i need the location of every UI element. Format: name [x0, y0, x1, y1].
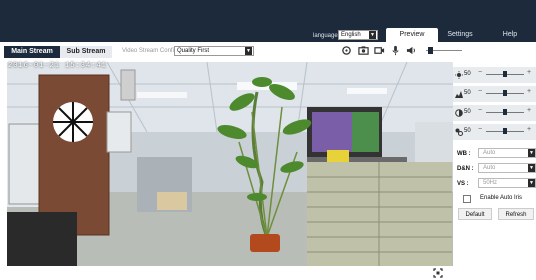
chevron-down-icon: ▼: [369, 31, 376, 39]
zoom-icon[interactable]: [341, 45, 352, 56]
wb-select-value: Auto: [483, 150, 496, 156]
day-night-select[interactable]: Auto ▼: [478, 163, 536, 173]
default-button[interactable]: Default: [458, 208, 492, 220]
brightness-slider-handle[interactable]: [503, 71, 507, 77]
record-icon[interactable]: [374, 45, 385, 56]
tab-preview[interactable]: Preview: [386, 28, 438, 42]
video-stream-config-value: Quality First: [177, 48, 210, 54]
language-select[interactable]: English ▼: [338, 30, 378, 40]
snapshot-icon[interactable]: [358, 45, 369, 56]
vs-select[interactable]: 50Hz ▼: [478, 178, 536, 188]
day-night-select-value: Auto: [483, 165, 496, 171]
wb-select[interactable]: Auto ▼: [478, 148, 536, 158]
language-select-value: English: [341, 32, 361, 38]
saturation-increase-button[interactable]: +: [527, 107, 531, 114]
chevron-down-icon: ▼: [528, 149, 535, 157]
microphone-icon[interactable]: [390, 45, 401, 56]
vs-label: VS :: [457, 181, 469, 187]
auto-iris-label: Enable Auto Iris: [480, 195, 523, 201]
main-stream-button[interactable]: Main Stream: [4, 46, 60, 58]
sub-stream-button[interactable]: Sub Stream: [60, 46, 112, 58]
sharpness-decrease-button[interactable]: −: [478, 126, 482, 133]
video-stream-config-label: Video Stream Config :: [122, 48, 181, 54]
sharpness-increase-button[interactable]: +: [527, 126, 531, 133]
video-timestamp-overlay: 2016-01-21 15:34:41: [8, 62, 107, 70]
tab-settings[interactable]: Settings: [438, 28, 482, 42]
wb-label: WB :: [457, 151, 471, 157]
speaker-icon[interactable]: [406, 45, 417, 56]
tab-help[interactable]: Help: [488, 28, 532, 42]
brightness-value: 50: [464, 71, 471, 77]
fullscreen-icon[interactable]: [433, 268, 443, 278]
sharpness-icon: [455, 128, 463, 136]
brightness-increase-button[interactable]: +: [527, 69, 531, 76]
sharpness-value: 50: [464, 128, 471, 134]
vs-select-value: 50Hz: [483, 180, 498, 186]
brightness-icon: [455, 71, 463, 79]
contrast-increase-button[interactable]: +: [527, 88, 531, 95]
saturation-decrease-button[interactable]: −: [478, 107, 482, 114]
chevron-down-icon: ▼: [245, 47, 252, 55]
contrast-value: 50: [464, 90, 471, 96]
contrast-slider-handle[interactable]: [503, 90, 507, 96]
video-stream-config-select[interactable]: Quality First ▼: [174, 46, 254, 56]
day-night-label: D&N :: [457, 166, 474, 172]
chevron-down-icon: ▼: [528, 179, 535, 187]
contrast-icon: [455, 91, 463, 98]
contrast-decrease-button[interactable]: −: [478, 88, 482, 95]
video-status-bar: [0, 266, 536, 280]
language-label: language:: [313, 33, 340, 39]
saturation-icon: [455, 109, 463, 117]
brightness-decrease-button[interactable]: −: [478, 69, 482, 76]
saturation-slider-handle[interactable]: [503, 109, 507, 115]
chevron-down-icon: ▼: [528, 164, 535, 172]
saturation-value: 50: [464, 109, 471, 115]
sharpness-slider-handle[interactable]: [503, 128, 507, 134]
auto-iris-checkbox[interactable]: [463, 195, 471, 203]
video-feed[interactable]: [7, 62, 453, 266]
camera-scene-image: [7, 62, 453, 266]
volume-slider-handle[interactable]: [427, 47, 433, 54]
refresh-button[interactable]: Refresh: [498, 208, 534, 220]
